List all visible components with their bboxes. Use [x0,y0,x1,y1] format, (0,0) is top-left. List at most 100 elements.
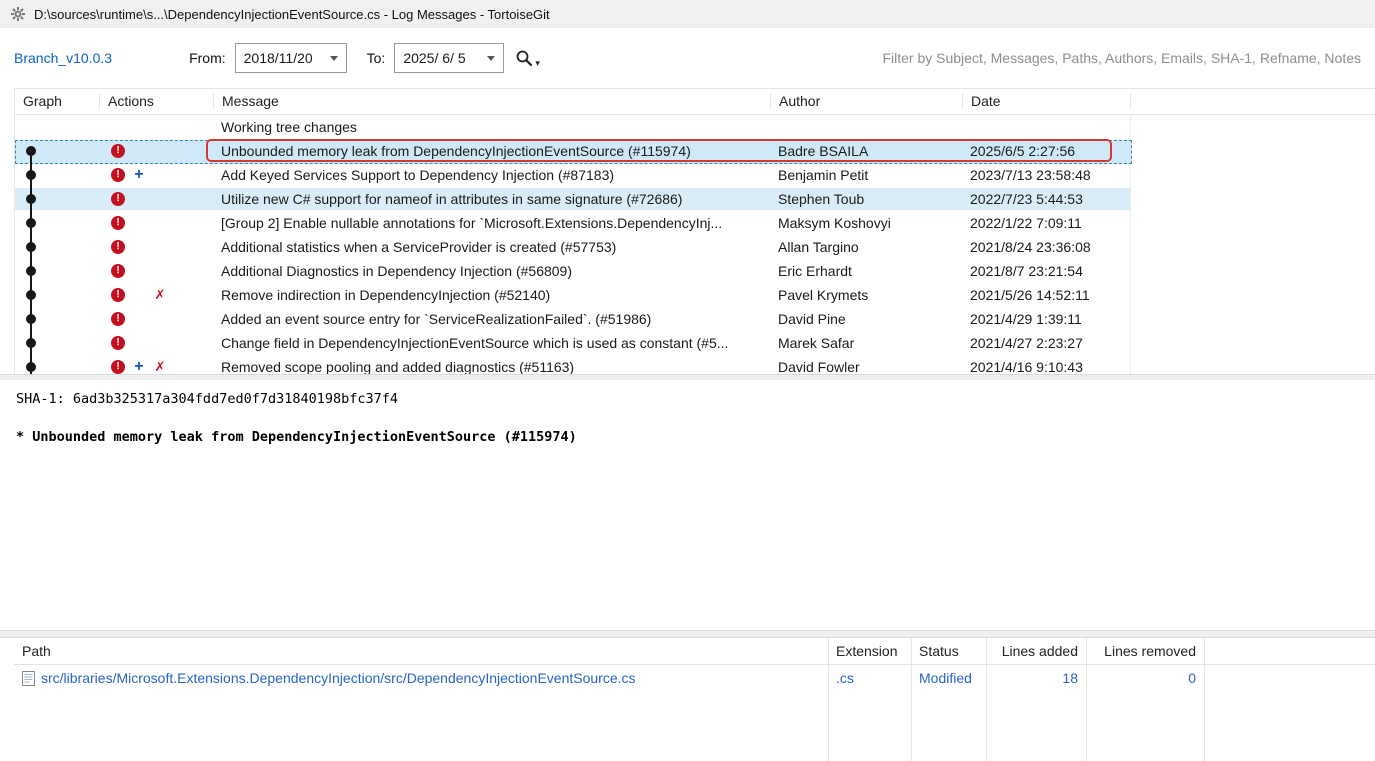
from-date-value: 2018/11/20 [244,50,313,66]
file-extension: .cs [828,670,911,686]
action-icons: ! [100,235,214,259]
column-header-extension[interactable]: Extension [828,643,911,659]
filter-input[interactable] [552,50,1361,66]
column-separator[interactable] [1086,638,1087,761]
column-header-status[interactable]: Status [911,643,986,659]
commit-message: Additional Diagnostics in Dependency Inj… [214,259,771,283]
file-list: Path Extension Status Lines added Lines … [14,638,1375,761]
deleted-icon: ✗ [153,360,167,374]
commit-row[interactable]: ! Additional Diagnostics in Dependency I… [15,259,1375,283]
column-header-actions[interactable]: Actions [100,93,214,110]
column-header-author[interactable]: Author [771,93,963,110]
toolbar: Branch_v10.0.3 From: 2018/11/20 To: 2025… [0,28,1375,88]
commit-date: 2021/4/16 9:10:43 [963,355,1131,374]
commit-date: 2025/6/5 2:27:56 [963,139,1131,163]
file-path-link[interactable]: src/libraries/Microsoft.Extensions.Depen… [41,670,636,686]
from-label: From: [189,50,226,66]
commit-row[interactable]: ! Added an event source entry for `Servi… [15,307,1375,331]
action-icons: ! [100,307,214,331]
action-icons: ! [100,187,214,211]
window-title: D:\sources\runtime\s...\DependencyInject… [34,7,550,22]
working-tree-row[interactable]: Working tree changes [15,115,1375,139]
file-row[interactable]: src/libraries/Microsoft.Extensions.Depen… [14,665,1375,691]
file-lines-removed: 0 [1086,670,1204,686]
from-date-picker[interactable]: 2018/11/20 [235,43,347,73]
to-label: To: [367,50,386,66]
commit-author: David Fowler [771,355,963,374]
graph-cell [15,307,100,331]
to-date-value: 2025/ 6/ 5 [403,50,465,66]
graph-cell [15,355,100,374]
commit-list: Graph Actions Message Author Date Workin… [14,88,1375,374]
modified-icon: ! [111,264,125,278]
commit-message: Add Keyed Services Support to Dependency… [214,163,771,187]
commit-message: Additional statistics when a ServiceProv… [214,235,771,259]
column-separator[interactable] [986,638,987,761]
commit-node-icon [26,338,36,348]
commit-row[interactable]: !+ Add Keyed Services Support to Depende… [15,163,1375,187]
modified-icon: ! [111,168,125,182]
action-icons: ! [100,139,214,163]
commit-message: Unbounded memory leak from DependencyInj… [214,139,771,163]
commit-rows: Working tree changes ! Unbounded memory … [15,115,1375,374]
commit-author: Benjamin Petit [771,163,963,187]
commit-date: 2021/8/24 23:36:08 [963,235,1131,259]
column-header-message[interactable]: Message [214,93,771,110]
details-files-splitter[interactable] [0,630,1375,638]
commit-date: 2021/8/7 23:21:54 [963,259,1131,283]
commit-row[interactable]: ! Change field in DependencyInjectionEve… [15,331,1375,355]
graph-cell [15,115,100,139]
search-dropdown-icon[interactable]: ▾ [535,58,540,68]
commit-list-header: Graph Actions Message Author Date [15,89,1375,115]
modified-icon: ! [111,216,125,230]
commit-author: Maksym Koshovyi [771,211,963,235]
added-icon: + [132,168,146,182]
column-header-lines-added[interactable]: Lines added [986,643,1086,659]
column-header-date[interactable]: Date [963,93,1131,110]
chevron-down-icon[interactable] [487,56,495,61]
column-separator[interactable] [911,638,912,761]
commit-message: Utilize new C# support for nameof in att… [214,187,771,211]
action-icons: !+ [100,163,214,187]
to-date-picker[interactable]: 2025/ 6/ 5 [394,43,504,73]
action-icons: !+✗ [100,355,214,374]
action-icons: !✗ [100,283,214,307]
commit-author: Eric Erhardt [771,259,963,283]
commit-author: David Pine [771,307,963,331]
column-separator[interactable] [828,638,829,761]
commit-author: Allan Targino [771,235,963,259]
column-header-path[interactable]: Path [14,643,828,659]
commit-date: 2022/1/22 7:09:11 [963,211,1131,235]
commit-node-icon [26,194,36,204]
commit-date: 2021/4/29 1:39:11 [963,307,1131,331]
branch-link[interactable]: Branch_v10.0.3 [14,50,112,66]
magnifier-icon [514,48,534,68]
commit-message: Added an event source entry for `Service… [214,307,771,331]
commit-row[interactable]: ! Unbounded memory leak from DependencyI… [15,139,1375,163]
title-bar[interactable]: D:\sources\runtime\s...\DependencyInject… [0,0,1375,28]
commit-node-icon [26,362,36,372]
commit-node-icon [26,314,36,324]
commit-author: Marek Safar [771,331,963,355]
chevron-down-icon[interactable] [330,56,338,61]
modified-icon: ! [111,336,125,350]
graph-cell [15,331,100,355]
graph-cell [15,187,100,211]
commit-row[interactable]: ! Additional statistics when a ServicePr… [15,235,1375,259]
graph-cell [15,211,100,235]
commit-row[interactable]: !✗ Remove indirection in DependencyInjec… [15,283,1375,307]
column-header-graph[interactable]: Graph [15,93,100,110]
commit-row[interactable]: ! Utilize new C# support for nameof in a… [15,187,1375,211]
column-separator[interactable] [1204,638,1205,761]
file-status: Modified [911,670,986,686]
search-button[interactable]: ▾ [514,48,540,68]
app-icon [10,6,26,22]
commit-row[interactable]: ! [Group 2] Enable nullable annotations … [15,211,1375,235]
column-header-lines-removed[interactable]: Lines removed [1086,643,1204,659]
commit-date: 2022/7/23 5:44:53 [963,187,1131,211]
deleted-icon: ✗ [153,288,167,302]
modified-icon: ! [111,240,125,254]
commit-row[interactable]: !+✗ Removed scope pooling and added diag… [15,355,1375,374]
commit-node-icon [26,266,36,276]
file-list-header: Path Extension Status Lines added Lines … [14,638,1375,665]
